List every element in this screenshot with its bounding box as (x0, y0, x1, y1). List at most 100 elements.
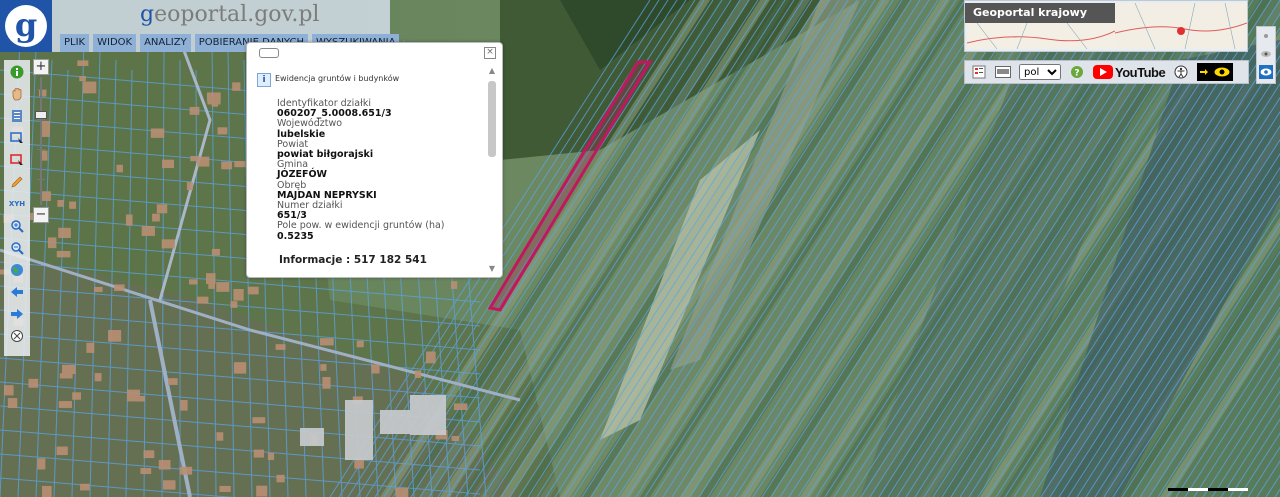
info-icon[interactable] (7, 62, 27, 82)
building (141, 226, 155, 236)
help-question-icon[interactable]: ? (1069, 64, 1085, 80)
high-contrast-button[interactable] (1197, 63, 1234, 81)
keyboard-icon[interactable] (995, 64, 1011, 80)
building (275, 344, 286, 350)
building (80, 483, 90, 491)
building (94, 373, 102, 382)
overview-map-thumbnail[interactable] (1115, 3, 1247, 49)
info-line: Informacje : 517 182 541 (279, 254, 427, 266)
building (188, 279, 198, 285)
globe-full-extent-icon[interactable] (7, 260, 27, 280)
building (426, 351, 436, 364)
site-title: geoportal.gov.pl (52, 0, 390, 34)
scroll-up-arrow-icon[interactable]: ▲ (487, 67, 497, 75)
building (162, 159, 175, 169)
pan-hand-icon[interactable] (7, 84, 27, 104)
building (47, 237, 57, 249)
layers-list-icon[interactable] (7, 106, 27, 126)
zoom-tick (37, 179, 45, 180)
zoom-tick (37, 119, 45, 120)
building (77, 60, 89, 66)
zoom-in-button[interactable]: + (33, 59, 49, 75)
building (179, 466, 193, 475)
building (108, 330, 122, 342)
collapse-popup-button[interactable] (259, 48, 279, 58)
view-mode-eye-icon[interactable] (1259, 65, 1273, 79)
select-polygon-icon[interactable] (7, 150, 27, 170)
close-popup-button[interactable]: × (484, 47, 496, 59)
youtube-label: YouTube (1115, 64, 1166, 80)
zoom-in-magnifier-icon[interactable] (7, 216, 27, 236)
zoom-slider[interactable]: + − (33, 59, 49, 225)
view-mode-dot-icon[interactable] (1259, 29, 1273, 43)
map-scale-bar (1168, 488, 1248, 491)
building (267, 452, 275, 461)
building (216, 432, 224, 441)
popup-scrollbar[interactable]: ▲ ▼ (487, 67, 497, 275)
building (189, 106, 200, 115)
zoom-slider-handle[interactable] (35, 111, 47, 119)
menu-analizy[interactable]: ANALIZY (140, 34, 191, 52)
youtube-play-icon (1093, 65, 1113, 79)
building (197, 296, 209, 304)
geoportal-logo[interactable]: g (0, 0, 52, 52)
building (72, 392, 82, 400)
youtube-link[interactable]: YouTube (1093, 64, 1166, 80)
building (216, 282, 230, 292)
view-mode-strip (1256, 26, 1276, 84)
building (207, 97, 221, 105)
building (253, 449, 264, 458)
building (57, 200, 64, 207)
svg-text:?: ? (1074, 69, 1079, 79)
accessibility-icon[interactable] (1173, 64, 1189, 80)
select-area-icon[interactable] (7, 128, 27, 148)
menu-plik[interactable]: PLIK (60, 34, 90, 52)
building (180, 400, 188, 411)
menu-widok[interactable]: WIDOK (93, 34, 137, 52)
xyz-coordinates-icon[interactable]: XYH (7, 194, 27, 214)
clear-cross-icon[interactable] (7, 326, 27, 346)
scroll-down-arrow-icon[interactable]: ▼ (487, 265, 497, 273)
building (234, 161, 246, 168)
building (197, 156, 210, 167)
building (125, 214, 133, 226)
language-select[interactable]: pol (1019, 64, 1061, 80)
building (230, 301, 238, 308)
building (58, 227, 71, 239)
building (450, 281, 458, 289)
zoom-out-magnifier-icon[interactable] (7, 238, 27, 258)
scrollbar-thumb[interactable] (488, 81, 496, 157)
zoom-tick (37, 89, 45, 90)
building (233, 288, 244, 301)
view-mode-dim-eye-icon[interactable] (1259, 47, 1273, 61)
building (451, 435, 459, 441)
building (82, 81, 97, 94)
building (42, 485, 52, 497)
building (158, 460, 171, 470)
right-toolbar: pol ? YouTube (964, 60, 1249, 84)
building (252, 417, 266, 424)
building (56, 446, 68, 456)
building (114, 284, 125, 291)
zoom-out-button[interactable]: − (33, 207, 49, 223)
draw-pencil-icon[interactable] (7, 172, 27, 192)
building (217, 127, 228, 135)
building (37, 458, 46, 470)
building (233, 362, 247, 374)
left-toolbar: XYH (4, 60, 30, 356)
overview-map-thumbnail-left[interactable] (967, 23, 1115, 49)
forward-arrow-icon[interactable] (7, 304, 27, 324)
building (322, 377, 331, 389)
building (140, 468, 152, 475)
building (256, 485, 268, 497)
contrast-arrow-icon (1200, 69, 1209, 75)
zoom-track[interactable] (40, 77, 42, 205)
building (61, 364, 76, 375)
building (86, 342, 95, 353)
building (167, 378, 178, 385)
building (69, 201, 77, 209)
back-arrow-icon[interactable] (7, 282, 27, 302)
logo-letter: g (5, 5, 47, 47)
overview-map-panel[interactable]: Geoportal krajowy (964, 0, 1248, 52)
legend-list-icon[interactable] (971, 64, 987, 80)
